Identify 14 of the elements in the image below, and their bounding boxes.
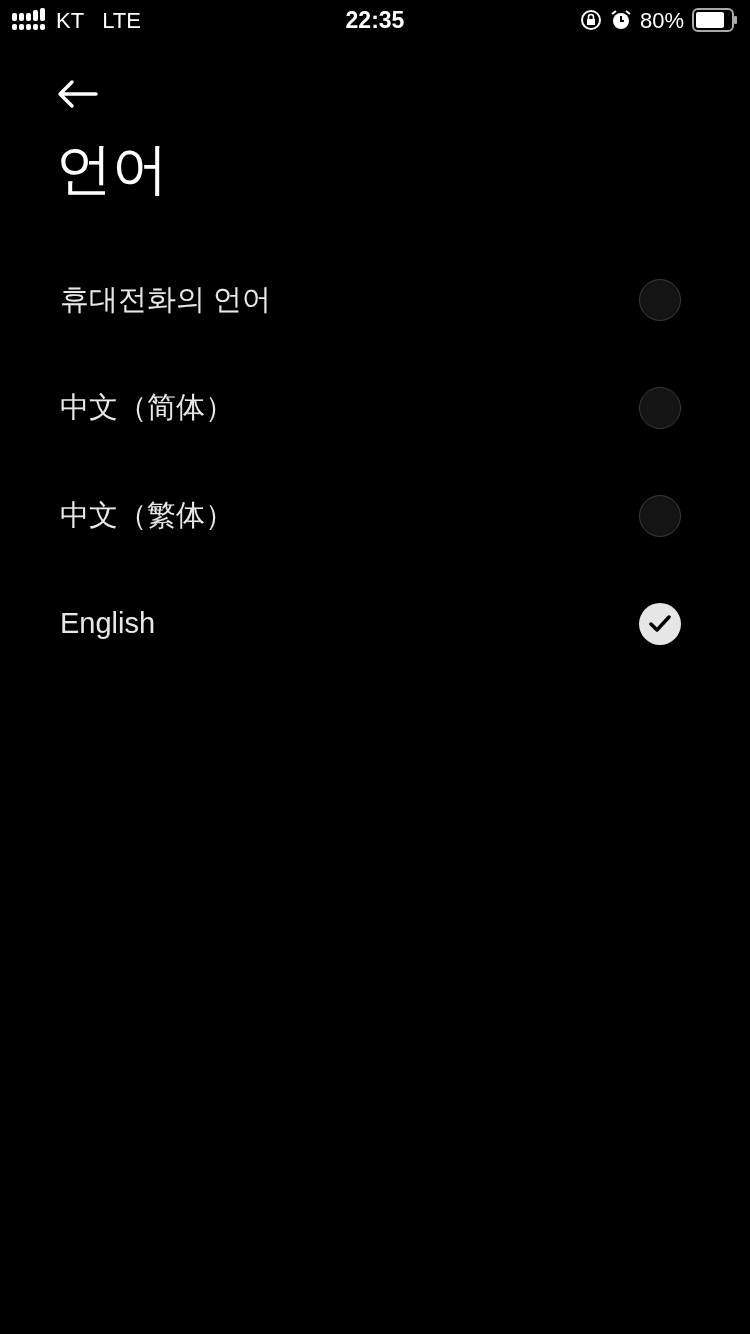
carrier-name: KT xyxy=(56,6,85,35)
page-title: 언어 xyxy=(56,136,168,202)
language-option[interactable]: English xyxy=(60,570,690,678)
network-type: LTE xyxy=(102,6,141,35)
check-icon xyxy=(649,615,671,633)
signal-icon xyxy=(12,8,46,32)
rotation-lock-icon xyxy=(579,9,602,31)
battery-icon xyxy=(692,8,738,32)
alarm-icon xyxy=(609,9,632,31)
clock: 22:35 xyxy=(345,5,405,35)
language-option[interactable]: 中文（简体） xyxy=(60,354,690,462)
language-option[interactable]: 中文（繁体） xyxy=(60,462,690,570)
battery-percent: 80% xyxy=(639,6,684,35)
language-option[interactable]: 휴대전화의 언어 xyxy=(60,246,690,354)
